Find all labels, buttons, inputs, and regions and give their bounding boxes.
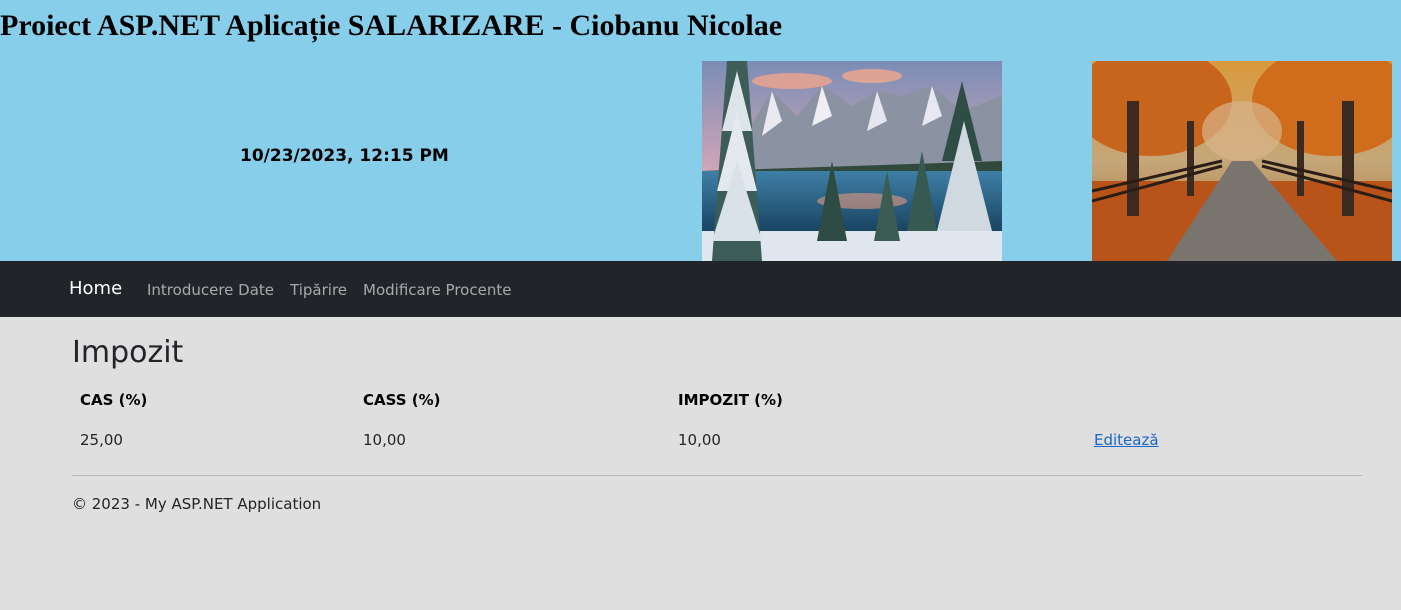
footer-copyright: © 2023 - My ASP.NET Application xyxy=(72,495,322,513)
cell-cass: 10,00 xyxy=(363,431,406,449)
page-header-title: Proiect ASP.NET Aplicație SALARIZARE - C… xyxy=(0,9,783,42)
footer-divider xyxy=(72,475,1362,476)
header-banner: Proiect ASP.NET Aplicație SALARIZARE - C… xyxy=(0,0,1401,261)
navbar: Home Introducere Date Tipărire Modificar… xyxy=(0,261,1401,317)
column-header-impozit: IMPOZIT (%) xyxy=(678,391,783,409)
nav-links: Introducere Date Tipărire Modificare Pro… xyxy=(147,281,527,299)
column-header-cas: CAS (%) xyxy=(80,391,148,409)
nav-home-link[interactable]: Home xyxy=(69,278,122,299)
cell-cas: 25,00 xyxy=(80,431,123,449)
nav-link-introducere-date[interactable]: Introducere Date xyxy=(147,281,274,299)
autumn-road-image xyxy=(1092,61,1392,261)
current-datetime: 10/23/2023, 12:15 PM xyxy=(240,146,449,166)
nav-link-tiparire[interactable]: Tipărire xyxy=(290,281,347,299)
mountain-lake-image xyxy=(702,61,1002,261)
page-title: Impozit xyxy=(72,335,184,370)
nav-link-modificare-procente[interactable]: Modificare Procente xyxy=(363,281,511,299)
cell-impozit: 10,00 xyxy=(678,431,721,449)
column-header-cass: CASS (%) xyxy=(363,391,441,409)
edit-link[interactable]: Editează xyxy=(1094,431,1159,449)
